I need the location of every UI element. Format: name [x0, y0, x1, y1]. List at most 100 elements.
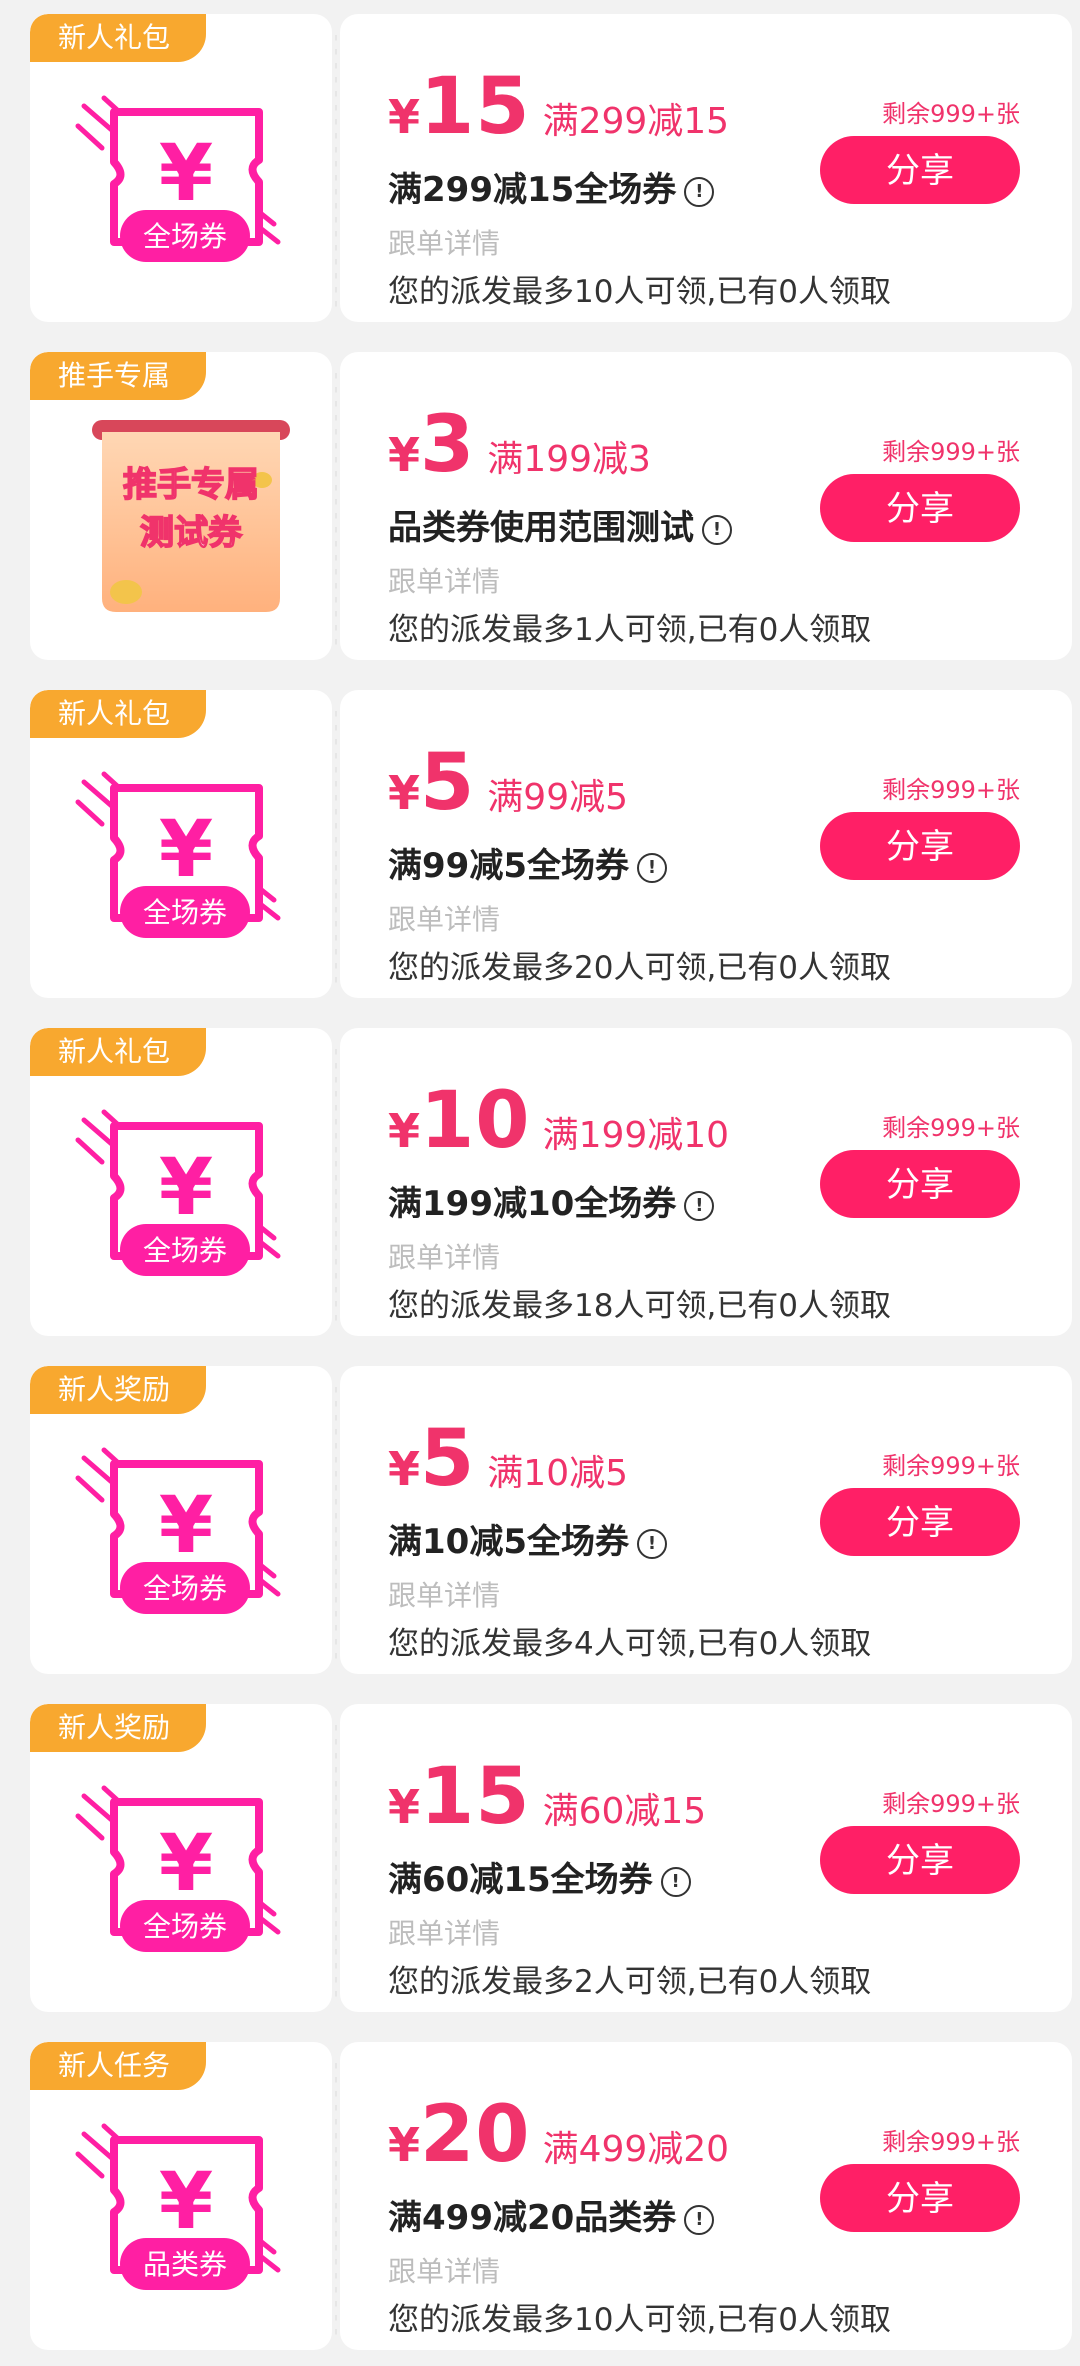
- coupon-name-text: 满60减15全场券: [388, 1860, 653, 1900]
- coupon-value: 5: [420, 1414, 476, 1504]
- coupon-amount: ¥20 满499减20: [388, 2090, 729, 2180]
- follow-detail-link[interactable]: 跟单详情: [388, 898, 500, 938]
- follow-detail-link[interactable]: 跟单详情: [388, 2250, 500, 2290]
- svg-text:¥: ¥: [159, 805, 213, 895]
- remaining-count: 剩余999+张: [882, 1114, 1020, 1142]
- coupon-name: 满199减10全场券!: [388, 1176, 715, 1225]
- share-button[interactable]: 分享: [820, 2164, 1020, 2232]
- svg-text:¥: ¥: [159, 2157, 213, 2247]
- coupon-amount: ¥5 满10减5: [388, 1414, 628, 1504]
- share-button[interactable]: 分享: [820, 1150, 1020, 1218]
- coupon-name-text: 满499减20品类券: [388, 2198, 677, 2238]
- info-icon[interactable]: !: [636, 1528, 667, 1559]
- share-button[interactable]: 分享: [820, 812, 1020, 880]
- currency-symbol: ¥: [388, 1104, 421, 1158]
- coupon-icon-line2: 测试券: [140, 513, 243, 553]
- coupon-condition: 满199减10: [542, 1115, 730, 1156]
- divider: [332, 2056, 340, 2336]
- coupon-icon-line1: 推手专属: [123, 465, 259, 505]
- coupon-name: 满299减15全场券!: [388, 162, 715, 211]
- coupon-amount: ¥3 满199减3: [388, 400, 651, 490]
- coupon-value: 5: [420, 738, 476, 828]
- coupon-card: 新人任务 ¥ 品类券 ¥20 满499减20 满499减20品类券! 跟单详情 您…: [30, 2042, 1072, 2350]
- coupon-limit: 您的派发最多4人可领,已有0人领取: [388, 1626, 872, 1662]
- share-button[interactable]: 分享: [820, 1826, 1020, 1894]
- coupon-icon-label: 全场券: [143, 1234, 227, 1267]
- divider: [332, 28, 340, 308]
- coupon-ticket-icon: ¥ 全场券: [75, 1447, 281, 1614]
- coupon-card: 新人礼包 ¥ 全场券 ¥5 满99减5 满99减5全场券! 跟单详情 您的派发最多…: [30, 690, 1072, 998]
- coupon-icon-label: 全场券: [143, 220, 227, 253]
- currency-symbol: ¥: [388, 2118, 421, 2172]
- coupon-ticket-icon: ¥ 品类券: [75, 2123, 281, 2290]
- coupon-card: 推手专属 推手专属 测试券 ¥3 满199减3 品类券使用范围测试! 跟单详情 …: [30, 352, 1072, 660]
- info-icon[interactable]: !: [702, 514, 732, 545]
- svg-text:¥: ¥: [159, 1481, 213, 1571]
- coupon-card: 新人奖励 ¥ 全场券 ¥5 满10减5 满10减5全场券! 跟单详情 您的派发最多…: [30, 1366, 1072, 1674]
- info-icon[interactable]: !: [684, 1190, 715, 1221]
- svg-text:¥: ¥: [159, 1143, 213, 1233]
- coupon-tag: 新人任务: [30, 2042, 207, 2090]
- coupon-body: ¥15 满299减15 满299减15全场券! 跟单详情 您的派发最多10人可领,…: [340, 14, 1072, 322]
- share-button[interactable]: 分享: [820, 1488, 1020, 1556]
- currency-symbol: ¥: [388, 90, 421, 144]
- remaining-count: 剩余999+张: [882, 438, 1020, 466]
- remaining-count: 剩余999+张: [882, 776, 1020, 804]
- coupon-limit: 您的派发最多10人可领,已有0人领取: [388, 274, 892, 310]
- coupon-name-text: 满10减5全场券: [388, 1522, 629, 1562]
- info-icon[interactable]: !: [636, 852, 667, 883]
- coupon-name: 满99减5全场券!: [388, 838, 667, 887]
- coupon-value: 15: [420, 62, 531, 152]
- coupon-stub: 推手专属 推手专属 测试券: [30, 352, 332, 660]
- coupon-amount: ¥10 满199减10: [388, 1076, 729, 1166]
- divider: [332, 366, 340, 646]
- divider: [332, 1718, 340, 1998]
- coupon-condition: 满99减5: [487, 777, 629, 818]
- remaining-count: 剩余999+张: [882, 1452, 1020, 1480]
- coupon-stub: 新人奖励 ¥ 全场券: [30, 1704, 332, 2012]
- coupon-ticket-icon: ¥ 全场券: [75, 95, 281, 262]
- remaining-count: 剩余999+张: [882, 2128, 1020, 2156]
- coupon-card: 新人奖励 ¥ 全场券 ¥15 满60减15 满60减15全场券! 跟单详情 您的派…: [30, 1704, 1072, 2012]
- coupon-condition: 满10减5: [487, 1453, 629, 1494]
- coupon-stub: 新人礼包 ¥ 全场券: [30, 14, 332, 322]
- coupon-ticket-icon: ¥ 全场券: [75, 771, 281, 938]
- follow-detail-link[interactable]: 跟单详情: [388, 560, 500, 600]
- coupon-stub: 新人礼包 ¥ 全场券: [30, 690, 332, 998]
- divider: [332, 1042, 340, 1322]
- coupon-tag: 新人奖励: [30, 1366, 207, 1414]
- follow-detail-link[interactable]: 跟单详情: [388, 1574, 500, 1614]
- coupon-icon-label: 品类券: [143, 2248, 227, 2281]
- coupon-name-text: 品类券使用范围测试: [388, 508, 694, 548]
- svg-text:¥: ¥: [159, 1819, 213, 1909]
- coupon-value: 10: [420, 1076, 531, 1166]
- follow-detail-link[interactable]: 跟单详情: [388, 222, 500, 262]
- promoter-coupon-icon: 推手专属 测试券: [92, 420, 290, 612]
- currency-symbol: ¥: [388, 428, 421, 482]
- info-icon[interactable]: !: [684, 176, 715, 207]
- remaining-count: 剩余999+张: [882, 100, 1020, 128]
- coupon-card: 新人礼包 ¥ 全场券 ¥10 满199减10 满199减10全场券! 跟单详情 您…: [30, 1028, 1072, 1336]
- coupon-body: ¥5 满99减5 满99减5全场券! 跟单详情 您的派发最多20人可领,已有0人领…: [340, 690, 1072, 998]
- coupon-list: 新人礼包 ¥ 全场券 ¥15 满299减15 满299减15全场券! 跟单详情 您…: [0, 0, 1080, 2366]
- coupon-tag: 新人礼包: [30, 690, 207, 738]
- info-icon[interactable]: !: [660, 1866, 691, 1897]
- coupon-body: ¥15 满60减15 满60减15全场券! 跟单详情 您的派发最多2人可领,已有0…: [340, 1704, 1072, 2012]
- coupon-value: 20: [420, 2090, 531, 2180]
- coupon-tag: 新人礼包: [30, 14, 207, 62]
- coupon-stub: 新人礼包 ¥ 全场券: [30, 1028, 332, 1336]
- divider: [332, 1380, 340, 1660]
- coupon-body: ¥3 满199减3 品类券使用范围测试! 跟单详情 您的派发最多1人可领,已有0人…: [340, 352, 1072, 660]
- follow-detail-link[interactable]: 跟单详情: [388, 1236, 500, 1276]
- share-button[interactable]: 分享: [820, 474, 1020, 542]
- coupon-tag: 新人奖励: [30, 1704, 207, 1752]
- svg-text:¥: ¥: [159, 129, 213, 219]
- coupon-amount: ¥5 满99减5: [388, 738, 628, 828]
- info-icon[interactable]: !: [684, 2204, 715, 2235]
- currency-symbol: ¥: [388, 1442, 421, 1496]
- coupon-ticket-icon: ¥ 全场券: [75, 1785, 281, 1952]
- coupon-body: ¥10 满199减10 满199减10全场券! 跟单详情 您的派发最多18人可领,…: [340, 1028, 1072, 1336]
- share-button[interactable]: 分享: [820, 136, 1020, 204]
- coupon-tag: 新人礼包: [30, 1028, 207, 1076]
- follow-detail-link[interactable]: 跟单详情: [388, 1912, 500, 1952]
